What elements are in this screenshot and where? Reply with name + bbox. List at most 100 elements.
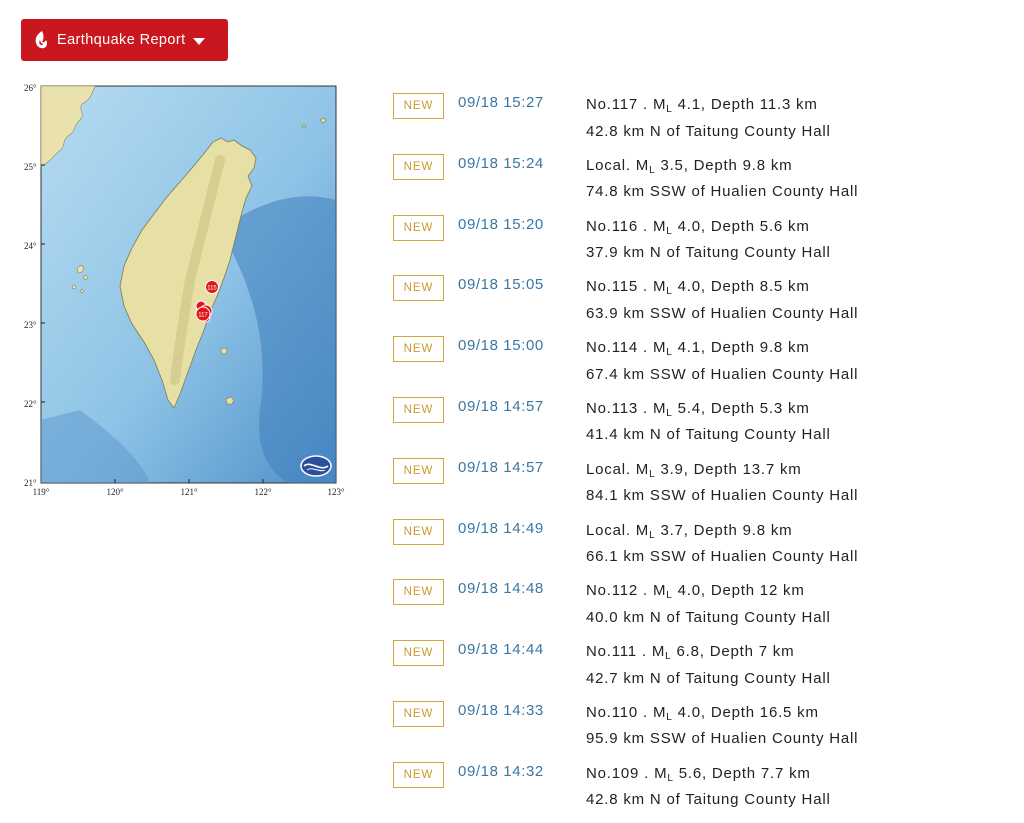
- earthquake-list-item[interactable]: NEW 09/18 14:49 Local. ML 3.7, Depth 9.8…: [393, 518, 1013, 580]
- magnitude-symbol: ML: [652, 582, 673, 602]
- magnitude-symbol: ML: [635, 521, 656, 541]
- earthquake-id: Local.: [586, 460, 631, 478]
- lat-label: 23°: [24, 320, 37, 330]
- new-badge: NEW: [393, 275, 444, 302]
- epicenter-label-117: 117: [198, 313, 208, 319]
- magnitude-symbol: ML: [652, 703, 673, 723]
- earthquake-time[interactable]: 09/18 14:57: [458, 398, 544, 415]
- new-badge: NEW: [393, 93, 444, 119]
- earthquake-list-item[interactable]: NEW 09/18 14:57 No.113 . ML 5.4, Depth 5…: [393, 396, 1013, 458]
- depth-value: Depth 5.6 km: [710, 217, 810, 235]
- earthquake-description[interactable]: No.115 . ML 4.0, Depth 8.5 km 63.9 km SS…: [586, 276, 858, 324]
- earthquake-list-item[interactable]: NEW 09/18 14:33 No.110 . ML 4.0, Depth 1…: [393, 700, 1013, 762]
- earthquake-id: No.114 .: [586, 339, 648, 357]
- magnitude-value: 6.8,: [676, 643, 705, 661]
- earthquake-list-item[interactable]: NEW 09/18 15:24 Local. ML 3.5, Depth 9.8…: [393, 153, 1013, 215]
- earthquake-list-item[interactable]: NEW 09/18 15:27 No.117 . ML 4.1, Depth 1…: [393, 93, 1013, 154]
- longitude-axis: 119° 120° 121° 122° 123°: [33, 487, 345, 497]
- magnitude-symbol: ML: [652, 339, 673, 359]
- earthquake-time[interactable]: 09/18 15:27: [458, 94, 544, 111]
- lat-label: 24°: [24, 241, 37, 251]
- earthquake-id: No.110 .: [586, 703, 648, 721]
- depth-value: Depth 16.5 km: [710, 703, 819, 721]
- earthquake-id: No.116 .: [586, 217, 648, 235]
- earthquake-description[interactable]: No.112 . ML 4.0, Depth 12 km 40.0 km N o…: [586, 580, 831, 628]
- earthquake-description[interactable]: No.116 . ML 4.0, Depth 5.6 km 37.9 km N …: [586, 216, 831, 264]
- magnitude-value: 3.5,: [660, 156, 689, 174]
- earthquake-list-item[interactable]: NEW 09/18 14:57 Local. ML 3.9, Depth 13.…: [393, 457, 1013, 519]
- earthquake-description[interactable]: Local. ML 3.5, Depth 9.8 km 74.8 km SSW …: [586, 155, 858, 203]
- magnitude-value: 3.9,: [660, 460, 689, 478]
- epicenter-location: 67.4 km SSW of Hualien County Hall: [586, 365, 859, 383]
- earthquake-id: Local.: [586, 156, 631, 174]
- depth-value: Depth 9.8 km: [693, 521, 793, 539]
- epicenter-location: 66.1 km SSW of Hualien County Hall: [586, 548, 859, 566]
- earthquake-id: Local.: [586, 521, 631, 539]
- earthquake-id: No.111 .: [586, 643, 647, 661]
- depth-value: Depth 9.8 km: [710, 339, 810, 357]
- epicenter-location: 95.9 km SSW of Hualien County Hall: [586, 730, 859, 748]
- new-badge: NEW: [393, 396, 444, 423]
- earthquake-description[interactable]: No.109 . ML 5.6, Depth 7.7 km 42.8 km N …: [586, 763, 831, 811]
- depth-value: Depth 12 km: [710, 582, 805, 600]
- earthquake-description[interactable]: No.117 . ML 4.1, Depth 11.3 km 42.8 km N…: [586, 94, 831, 142]
- new-badge: NEW: [393, 153, 444, 180]
- epicenter-location: 63.9 km SSW of Hualien County Hall: [586, 304, 859, 322]
- earthquake-time[interactable]: 09/18 14:49: [458, 520, 544, 537]
- magnitude-value: 4.0,: [677, 278, 706, 296]
- cwa-agency-logo-icon: [300, 455, 332, 477]
- depth-value: Depth 13.7 km: [693, 460, 802, 478]
- new-badge: NEW: [393, 336, 444, 363]
- new-badge: NEW: [393, 518, 444, 545]
- earthquake-time[interactable]: 09/18 15:00: [458, 337, 544, 354]
- earthquake-id: No.112 .: [586, 582, 648, 600]
- magnitude-value: 4.0,: [677, 217, 706, 235]
- earthquake-description[interactable]: Local. ML 3.7, Depth 9.8 km 66.1 km SSW …: [586, 520, 858, 568]
- magnitude-symbol: ML: [652, 96, 673, 115]
- depth-value: Depth 7.7 km: [711, 764, 811, 782]
- depth-value: Depth 8.5 km: [710, 278, 810, 296]
- lon-label: 123°: [327, 487, 345, 497]
- earthquake-description[interactable]: No.111 . ML 6.8, Depth 7 km 42.7 km N of…: [586, 641, 831, 689]
- earthquake-time[interactable]: 09/18 15:20: [458, 216, 544, 233]
- epicenter-location: 37.9 km N of Taitung County Hall: [586, 244, 831, 262]
- taiwan-earthquake-map[interactable]: 115 117 26° 25° 24° 23° 22° 21° 119° 120…: [20, 80, 350, 500]
- earthquake-time[interactable]: 09/18 14:32: [458, 763, 544, 780]
- green-island: [220, 347, 228, 355]
- epicenter-location: 40.0 km N of Taitung County Hall: [586, 608, 831, 626]
- epicenter-location: 74.8 km SSW of Hualien County Hall: [586, 183, 859, 201]
- magnitude-value: 4.1,: [677, 96, 706, 113]
- earthquake-list-item[interactable]: NEW 09/18 14:44 No.111 . ML 6.8, Depth 7…: [393, 640, 1013, 701]
- magnitude-value: 3.7,: [660, 521, 689, 539]
- earthquake-description[interactable]: No.113 . ML 5.4, Depth 5.3 km 41.4 km N …: [586, 398, 831, 446]
- depth-value: Depth 11.3 km: [710, 96, 818, 113]
- earthquake-list-item[interactable]: NEW 09/18 15:00 No.114 . ML 4.1, Depth 9…: [393, 336, 1013, 397]
- earthquake-list-item[interactable]: NEW 09/18 14:48 No.112 . ML 4.0, Depth 1…: [393, 579, 1013, 640]
- magnitude-symbol: ML: [652, 399, 673, 419]
- earthquake-description[interactable]: No.114 . ML 4.1, Depth 9.8 km 67.4 km SS…: [586, 337, 858, 385]
- lon-label: 120°: [106, 487, 124, 497]
- new-badge: NEW: [393, 640, 444, 667]
- earthquake-description[interactable]: No.110 . ML 4.0, Depth 16.5 km 95.9 km S…: [586, 702, 858, 750]
- new-badge: NEW: [393, 761, 444, 788]
- latitude-axis: 26° 25° 24° 23° 22° 21°: [24, 83, 37, 488]
- earthquake-list-item[interactable]: NEW 09/18 15:05 No.115 . ML 4.0, Depth 8…: [393, 275, 1013, 336]
- magnitude-symbol: ML: [635, 460, 656, 480]
- earthquake-time[interactable]: 09/18 14:44: [458, 641, 544, 658]
- lat-label: 26°: [24, 83, 37, 93]
- earthquake-time[interactable]: 09/18 14:48: [458, 580, 544, 597]
- new-badge: NEW: [393, 457, 444, 484]
- magnitude-value: 5.4,: [677, 399, 706, 417]
- earthquake-time[interactable]: 09/18 14:57: [458, 459, 544, 476]
- earthquake-report-dropdown-button[interactable]: Earthquake Report: [21, 19, 228, 61]
- earthquake-time[interactable]: 09/18 14:33: [458, 702, 544, 719]
- earthquake-list-item[interactable]: NEW 09/18 14:32 No.109 . ML 5.6, Depth 7…: [393, 761, 1013, 823]
- earthquake-time[interactable]: 09/18 15:05: [458, 276, 544, 293]
- earthquake-description[interactable]: Local. ML 3.9, Depth 13.7 km 84.1 km SSW…: [586, 459, 858, 507]
- earthquake-time[interactable]: 09/18 15:24: [458, 155, 544, 172]
- lat-label: 22°: [24, 399, 37, 409]
- caret-down-icon: [192, 37, 205, 45]
- lon-label: 122°: [254, 487, 272, 497]
- earthquake-list-item[interactable]: NEW 09/18 15:20 No.116 . ML 4.0, Depth 5…: [393, 214, 1013, 276]
- cwa-flame-logo-icon: [35, 31, 48, 49]
